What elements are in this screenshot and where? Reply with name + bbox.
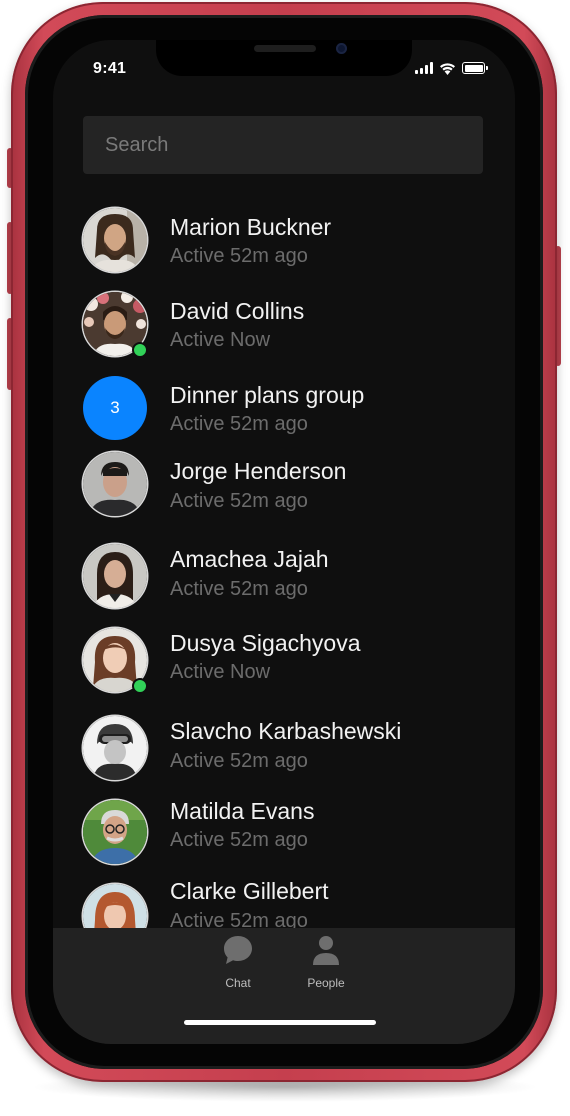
person-row-slavcho-karbashewski[interactable]: Slavcho Karbashewski Active 52m ago xyxy=(53,704,515,784)
person-name: Clarke Gillebert xyxy=(170,878,329,904)
people-list: Marion Buckner Active 52m ago David Coll… xyxy=(53,200,515,928)
person-name: Slavcho Karbashewski xyxy=(170,718,402,744)
person-status: Active 52m ago xyxy=(170,578,308,600)
person-row-david-collins[interactable]: David Collins Active Now xyxy=(53,284,515,364)
avatar xyxy=(83,208,147,272)
online-indicator xyxy=(132,678,148,694)
chat-bubble-icon xyxy=(224,936,252,964)
notch xyxy=(156,40,412,76)
avatar xyxy=(83,800,147,864)
tab-bar: Chat People xyxy=(53,928,515,1044)
tab-people[interactable]: People xyxy=(291,928,361,998)
wifi-icon xyxy=(440,62,455,75)
person-row-amachea-jajah[interactable]: Amachea Jajah Active 52m ago xyxy=(53,536,515,616)
person-status: Active 52m ago xyxy=(170,750,308,772)
tab-label: People xyxy=(307,976,345,990)
tab-label: Chat xyxy=(225,976,251,990)
cellular-signal-icon xyxy=(415,62,433,74)
person-status: Active 52m ago xyxy=(170,413,308,435)
avatar xyxy=(83,452,147,516)
status-icons xyxy=(415,61,488,75)
home-indicator[interactable] xyxy=(184,1020,376,1025)
battery-icon xyxy=(462,62,488,74)
person-row-dusya-sigachyova[interactable]: Dusya Sigachyova Active Now xyxy=(53,620,515,700)
online-indicator xyxy=(132,342,148,358)
person-name: David Collins xyxy=(170,298,305,324)
person-status: Active Now xyxy=(170,661,271,683)
person-status: Active 52m ago xyxy=(170,829,308,851)
group-avatar: 3 xyxy=(83,376,147,440)
avatar xyxy=(83,716,147,780)
person-status: Active Now xyxy=(170,329,271,351)
person-status: Active 52m ago xyxy=(170,490,308,512)
person-row-jorge-henderson[interactable]: Jorge Henderson Active 52m ago xyxy=(53,452,515,532)
person-row-marion-buckner[interactable]: Marion Buckner Active 52m ago xyxy=(53,200,515,280)
status-time: 9:41 xyxy=(93,60,127,77)
person-status: Active 52m ago xyxy=(170,245,308,267)
phone-screen: 9:41 Search Marion Buckner Active 52m ag… xyxy=(53,40,515,1044)
person-row-clarke-gillebert[interactable]: Clarke Gillebert Active 52m ago xyxy=(53,872,515,928)
person-name: Dinner plans group xyxy=(170,382,365,408)
person-name: Jorge Henderson xyxy=(170,458,347,484)
person-name: Marion Buckner xyxy=(170,214,332,240)
person-icon xyxy=(313,936,339,965)
search-input[interactable] xyxy=(83,116,483,174)
avatar xyxy=(83,884,147,928)
front-camera xyxy=(336,43,347,54)
person-name: Dusya Sigachyova xyxy=(170,630,361,656)
tab-chat[interactable]: Chat xyxy=(203,928,273,998)
person-name: Amachea Jajah xyxy=(170,546,329,572)
avatar xyxy=(83,544,147,608)
person-row-dinner-plans-group[interactable]: 3 Dinner plans group Active 52m ago xyxy=(53,368,515,448)
person-status: Active 52m ago xyxy=(170,910,308,928)
person-name: Matilda Evans xyxy=(170,798,315,824)
person-row-matilda-evans[interactable]: Matilda Evans Active 52m ago xyxy=(53,788,515,868)
earpiece-speaker xyxy=(254,45,316,52)
